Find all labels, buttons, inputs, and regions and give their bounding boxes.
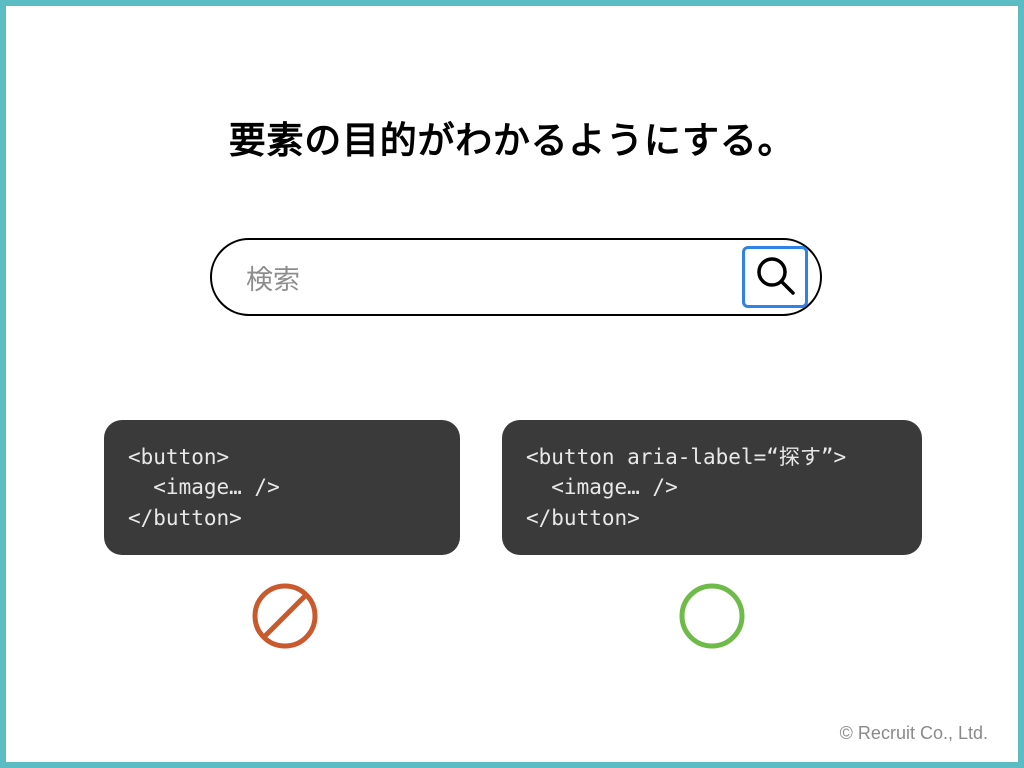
code-example-good: <button aria-label=“探す”> <image… /> </bu… (502, 420, 922, 555)
code-example-bad: <button> <image… /> </button> (104, 420, 460, 555)
slide-title: 要素の目的がわかるようにする。 (6, 110, 1018, 164)
search-bar: 検索 (210, 238, 822, 316)
circle-ok-icon (678, 582, 746, 650)
slide-frame: 要素の目的がわかるようにする。 検索 <button> <image… /> <… (0, 0, 1024, 768)
search-icon (754, 254, 796, 301)
search-button[interactable] (742, 246, 808, 308)
prohibited-icon (251, 582, 319, 650)
copyright-text: © Recruit Co., Ltd. (840, 723, 988, 744)
search-placeholder: 検索 (246, 258, 742, 297)
